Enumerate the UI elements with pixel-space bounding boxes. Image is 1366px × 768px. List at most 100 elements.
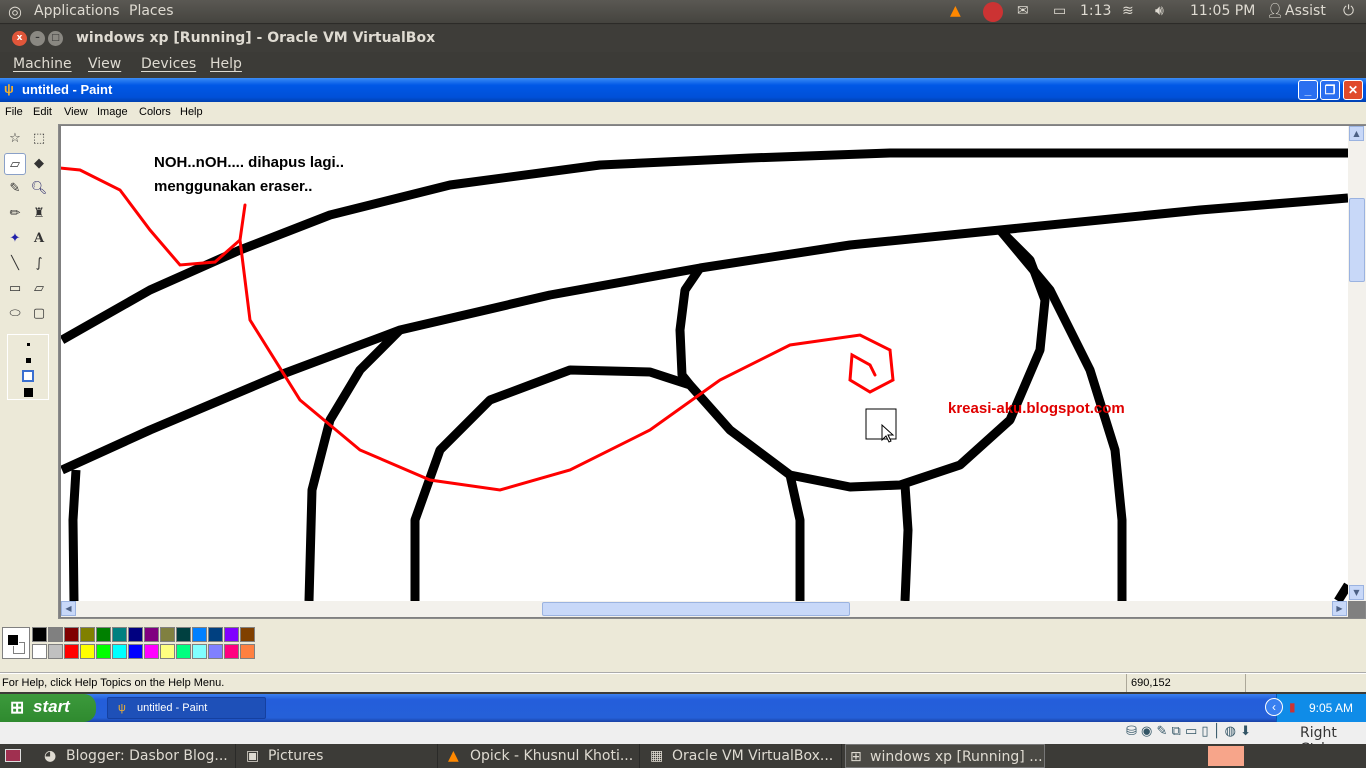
- scroll-right-button[interactable]: ▶: [1332, 601, 1347, 616]
- foreground-color[interactable]: [7, 634, 19, 646]
- maximize-window-button[interactable]: □: [48, 31, 63, 46]
- battery-icon[interactable]: ▭: [1053, 3, 1066, 19]
- palette-swatch[interactable]: [128, 644, 143, 659]
- palette-swatch[interactable]: [128, 627, 143, 642]
- menu-view[interactable]: View: [88, 56, 121, 72]
- palette-swatch[interactable]: [224, 644, 239, 659]
- show-desktop-icon[interactable]: [5, 749, 21, 762]
- menu-machine[interactable]: Machine: [13, 56, 72, 72]
- palette-swatch[interactable]: [144, 644, 159, 659]
- line-icon[interactable]: ╲: [4, 253, 26, 275]
- taskbar-paint-button[interactable]: ψ untitled - Paint: [107, 697, 266, 719]
- current-colors[interactable]: [2, 627, 30, 659]
- workspace-switcher[interactable]: [1208, 746, 1244, 766]
- watermark-text: kreasi-aku.blogspot.com: [948, 400, 1125, 417]
- menu-view[interactable]: View: [64, 106, 88, 118]
- places-menu[interactable]: Places: [129, 3, 174, 19]
- task-vlc[interactable]: ▲ Opick - Khusnul Khoti...: [446, 744, 640, 768]
- palette-swatch[interactable]: [224, 627, 239, 642]
- palette-swatch[interactable]: [240, 627, 255, 642]
- text-icon[interactable]: A: [28, 228, 50, 250]
- vlc-icon[interactable]: ▲: [950, 3, 961, 19]
- chrome-icon: ◕: [44, 748, 57, 764]
- palette-swatch[interactable]: [32, 627, 47, 642]
- palette-swatch[interactable]: [176, 644, 191, 659]
- palette-swatch[interactable]: [48, 644, 63, 659]
- scroll-left-button[interactable]: ◀: [61, 601, 76, 616]
- free-select-icon[interactable]: ☆: [4, 128, 26, 150]
- ellipse-icon[interactable]: ⬭: [4, 303, 26, 325]
- clock[interactable]: 11:05 PM: [1190, 3, 1255, 19]
- curve-icon[interactable]: ∫: [28, 253, 50, 275]
- vertical-scroll-thumb[interactable]: [1349, 198, 1365, 282]
- menu-file[interactable]: File: [5, 106, 23, 118]
- paint-minimize-button[interactable]: _: [1298, 80, 1318, 100]
- palette-swatch[interactable]: [160, 627, 175, 642]
- task-windows-xp[interactable]: ⊞ windows xp [Running] ...: [845, 744, 1045, 768]
- palette-swatch[interactable]: [32, 644, 47, 659]
- close-window-button[interactable]: x: [12, 31, 27, 46]
- palette-swatch[interactable]: [64, 627, 79, 642]
- palette-swatch[interactable]: [80, 644, 95, 659]
- ubuntu-logo-icon[interactable]: ◎: [8, 2, 22, 21]
- scroll-down-button[interactable]: ▼: [1349, 585, 1364, 600]
- rectangle-icon[interactable]: ▭: [4, 278, 26, 300]
- task-virtualbox[interactable]: ▦ Oracle VM VirtualBox...: [648, 744, 842, 768]
- task-pictures[interactable]: ▣ Pictures: [244, 744, 438, 768]
- color-picker-icon[interactable]: ✎: [4, 178, 26, 200]
- drawing-canvas[interactable]: NOH..nOH.... dihapus lagi.. menggunakan …: [61, 126, 1348, 601]
- palette-swatch[interactable]: [208, 644, 223, 659]
- palette-swatch[interactable]: [144, 627, 159, 642]
- black-stroke: [900, 484, 913, 601]
- fill-bucket-icon[interactable]: ◆: [28, 153, 50, 175]
- palette-swatch[interactable]: [112, 627, 127, 642]
- palette-swatch[interactable]: [64, 644, 79, 659]
- power-icon[interactable]: ⏻: [1343, 3, 1354, 19]
- palette-swatch[interactable]: [192, 644, 207, 659]
- pencil-icon[interactable]: ✏: [4, 203, 26, 225]
- polygon-icon[interactable]: ▱: [28, 278, 50, 300]
- magnifier-icon[interactable]: 🔍︎: [28, 178, 50, 200]
- brush-icon[interactable]: ♜: [28, 203, 50, 225]
- eraser-icon[interactable]: ▱: [4, 153, 26, 175]
- menu-edit[interactable]: Edit: [33, 106, 52, 118]
- eraser-size-options[interactable]: [7, 334, 49, 400]
- rect-select-icon[interactable]: ⬚: [28, 128, 50, 150]
- user-name[interactable]: Assist: [1285, 3, 1326, 19]
- rounded-rect-icon[interactable]: ▢: [28, 303, 50, 325]
- palette-swatch[interactable]: [192, 627, 207, 642]
- palette-swatch[interactable]: [48, 627, 63, 642]
- tray-expand-icon[interactable]: ‹: [1265, 698, 1283, 716]
- wifi-icon[interactable]: ≋: [1122, 3, 1134, 19]
- status-help-text: For Help, click Help Topics on the Help …: [2, 677, 225, 689]
- palette-swatch[interactable]: [96, 644, 111, 659]
- horizontal-scrollbar[interactable]: ◀ ▶: [61, 601, 1348, 617]
- scroll-up-button[interactable]: ▲: [1349, 126, 1364, 141]
- horizontal-scroll-thumb[interactable]: [542, 602, 850, 616]
- palette-swatch[interactable]: [160, 644, 175, 659]
- battery-tray-icon[interactable]: ▮: [1289, 700, 1296, 714]
- vb-device-icons[interactable]: ⛁ ◉ ✎ ⧉ ▭ ▯ │ ◍ ⬇: [1126, 724, 1251, 739]
- mail-icon[interactable]: ✉: [1017, 3, 1029, 19]
- palette-swatch[interactable]: [112, 644, 127, 659]
- menu-colors[interactable]: Colors: [139, 106, 171, 118]
- minimize-window-button[interactable]: –: [30, 31, 45, 46]
- airbrush-icon[interactable]: ✦: [4, 228, 26, 250]
- paint-restore-button[interactable]: ❐: [1320, 80, 1340, 100]
- stop-icon[interactable]: [983, 2, 1003, 22]
- menu-image[interactable]: Image: [97, 106, 128, 118]
- task-blogger[interactable]: ◕ Blogger: Dasbor Blog...: [42, 744, 236, 768]
- menu-help[interactable]: Help: [210, 56, 242, 72]
- start-button[interactable]: ⊞ start: [0, 694, 96, 722]
- applications-menu[interactable]: Applications: [34, 3, 120, 19]
- menu-devices[interactable]: Devices: [141, 56, 196, 72]
- vertical-scrollbar[interactable]: ▲ ▼: [1348, 126, 1366, 601]
- palette-swatch[interactable]: [80, 627, 95, 642]
- palette-swatch[interactable]: [208, 627, 223, 642]
- palette-swatch[interactable]: [96, 627, 111, 642]
- volume-icon[interactable]: 🔊︎: [1155, 3, 1164, 19]
- palette-swatch[interactable]: [176, 627, 191, 642]
- paint-close-button[interactable]: ✕: [1343, 80, 1363, 100]
- menu-help[interactable]: Help: [180, 106, 203, 118]
- palette-swatch[interactable]: [240, 644, 255, 659]
